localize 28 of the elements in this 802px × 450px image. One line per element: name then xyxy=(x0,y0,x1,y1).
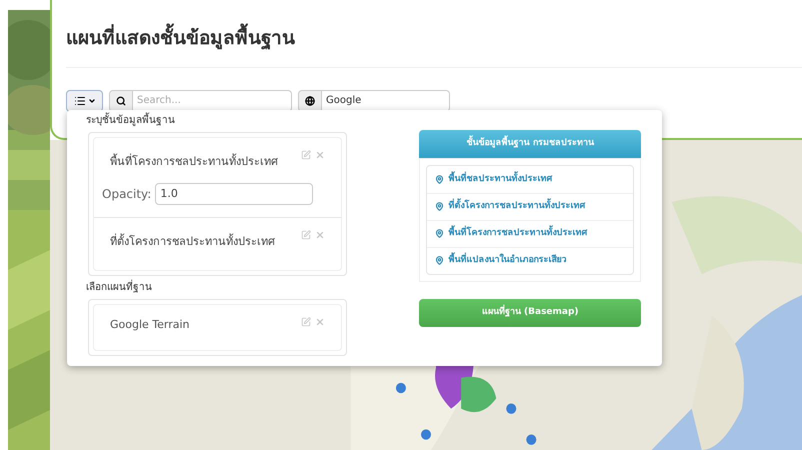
basemap-item[interactable]: Google Terrain xyxy=(93,304,342,350)
caret-icon xyxy=(88,96,96,104)
layer-name: ที่ตั้งโครงการชลประทานทั้งประเทศ xyxy=(110,232,275,250)
map-pin-icon xyxy=(435,256,444,266)
layers-menu-button[interactable] xyxy=(66,90,103,112)
edit-icon[interactable] xyxy=(301,230,312,240)
page-title: แผนที่แสดงชั้นข้อมูลพื้นฐาน xyxy=(66,24,802,52)
edit-icon[interactable] xyxy=(301,317,312,327)
search-icon xyxy=(116,96,126,106)
edit-icon[interactable] xyxy=(301,150,312,160)
catalog-link[interactable]: พื้นที่แปลงนาในอำเภอกระเสียว xyxy=(427,246,633,274)
section-heading: เลือกแผนที่ฐาน xyxy=(86,280,348,295)
map-pin-icon xyxy=(435,229,444,238)
map-pin-icon xyxy=(435,174,444,184)
catalog-header-button[interactable]: ชั้นข้อมูลพื้นฐาน กรมชลประทาน xyxy=(419,130,641,158)
section-heading: ระบุชั้นข้อมูลพื้นฐาน xyxy=(86,113,348,128)
map-pin-icon xyxy=(435,202,444,212)
close-icon[interactable] xyxy=(315,230,326,240)
catalog-link[interactable]: พื้นที่ชลประทานทั้งประเทศ xyxy=(427,166,633,193)
catalog-link[interactable]: ที่ตั้งโครงการชลประทานทั้งประเทศ xyxy=(427,192,633,220)
basemap-button[interactable]: แผนที่ฐาน (Basemap) xyxy=(419,298,641,327)
close-icon[interactable] xyxy=(315,317,326,327)
opacity-label: Opacity: xyxy=(102,186,152,202)
catalog-link[interactable]: พื้นที่โครงการชลประทานทั้งประเทศ xyxy=(427,220,633,247)
layer-name: พื้นที่โครงการชลประทานทั้งประเทศ xyxy=(110,152,278,170)
close-icon[interactable] xyxy=(315,150,326,160)
opacity-field[interactable]: 1.0 xyxy=(155,182,314,204)
globe-icon xyxy=(305,96,315,106)
